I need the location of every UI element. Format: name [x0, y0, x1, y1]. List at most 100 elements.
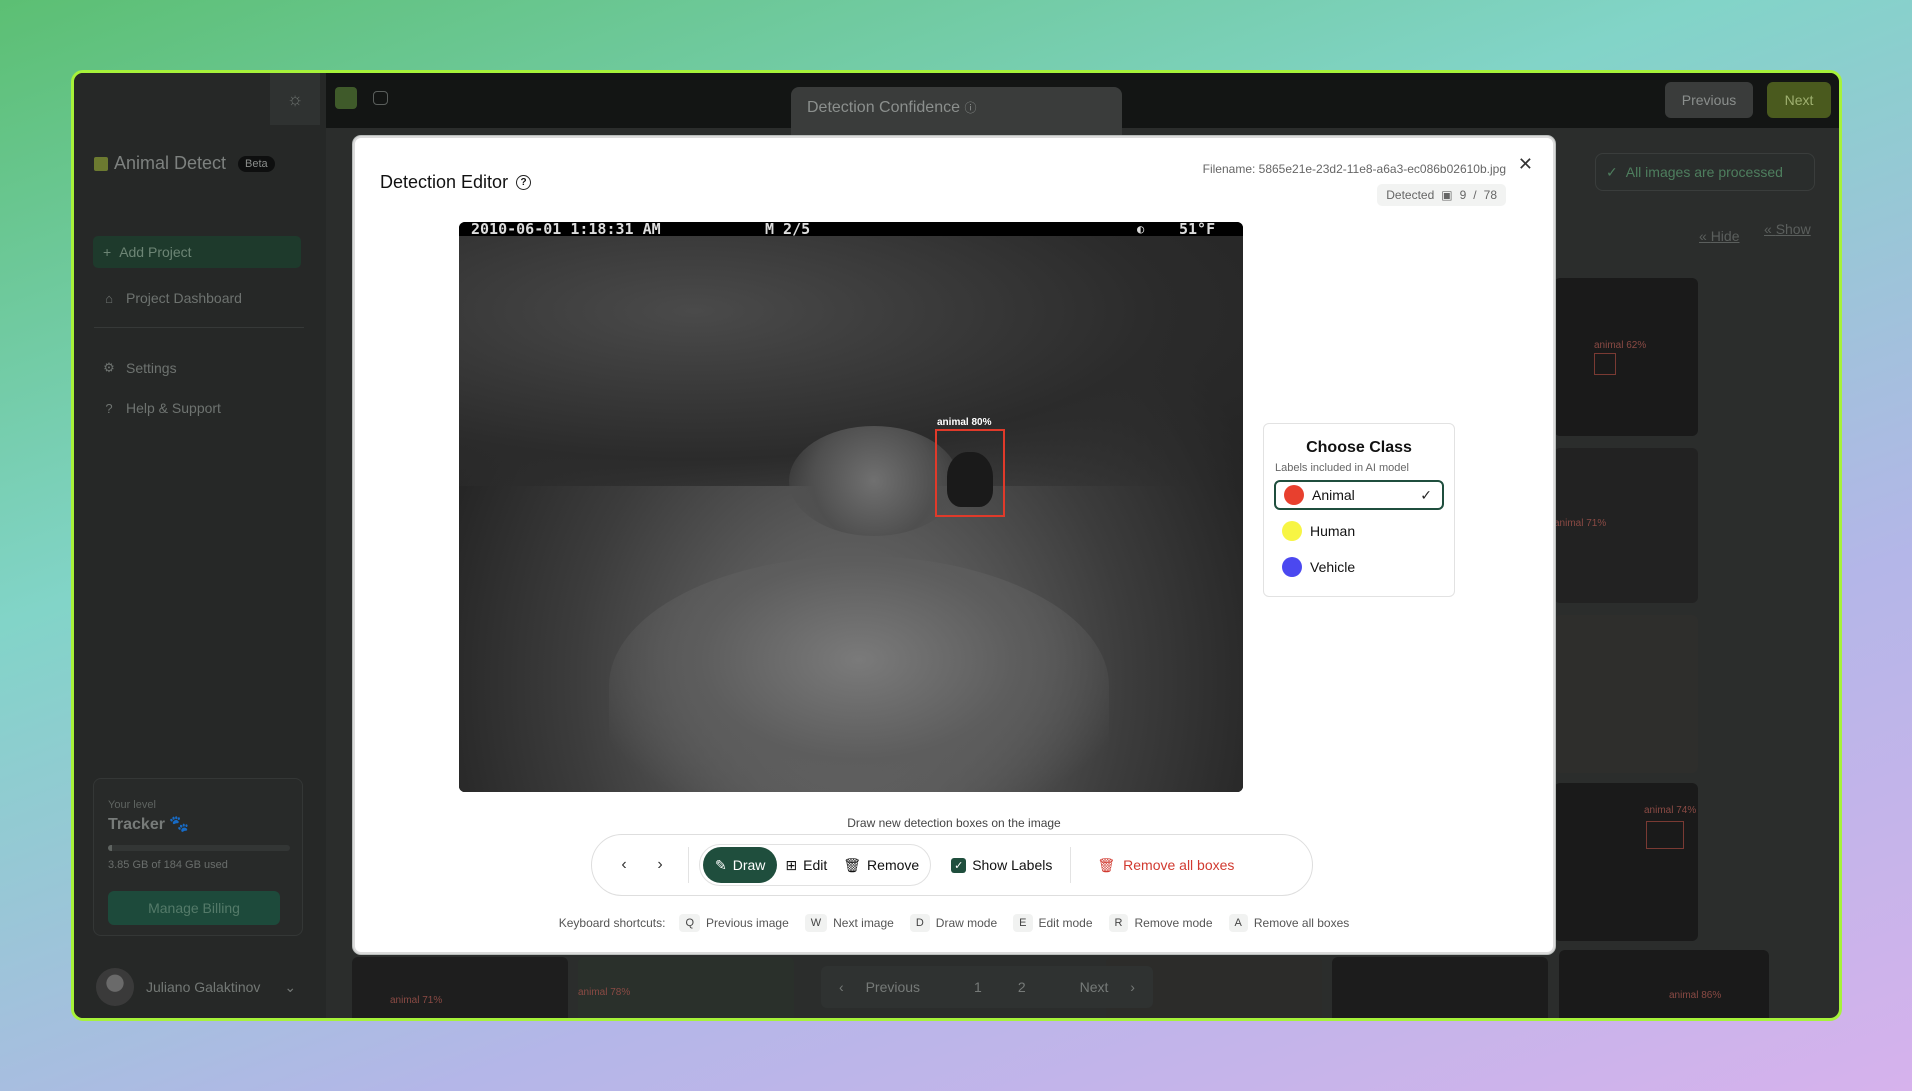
remove-all-boxes-button[interactable]: 🗑 Remove all boxes [1081, 857, 1250, 874]
app-logo-icon[interactable] [335, 87, 357, 109]
keyboard-shortcuts: Keyboard shortcuts: Q Previous image W Nex… [355, 914, 1553, 932]
draw-label: Draw [732, 857, 766, 873]
image-icon: ▣ [1441, 188, 1453, 202]
shortcuts-label: Keyboard shortcuts: [558, 916, 666, 930]
thumbnail-box [1646, 821, 1684, 849]
detection-canvas[interactable]: 2010-06-01 1:18:31 AM M 2/5 ◐ 51°F anima… [459, 222, 1243, 792]
image-thumbnail[interactable]: animal 74% [1554, 783, 1698, 941]
image-thumbnail[interactable] [1332, 957, 1548, 1018]
class-option-human[interactable]: Human [1274, 516, 1444, 546]
brand[interactable]: Animal Detect Beta [94, 153, 275, 174]
level-label: Your level [108, 799, 156, 811]
show-labels-toggle[interactable]: ✓ Show Labels [943, 847, 1060, 883]
gear-icon: ⚙ [103, 360, 115, 375]
stamp-temperature: 51°F [1179, 222, 1216, 238]
class-option-label: Animal [1312, 487, 1355, 503]
add-project-label: Add Project [119, 244, 192, 260]
class-option-label: Vehicle [1310, 559, 1356, 575]
choose-class-panel: Choose Class Labels included in AI model… [1263, 423, 1455, 597]
image-thumbnail[interactable]: animal 78% [578, 957, 794, 1018]
show-link[interactable]: « Show [1764, 221, 1811, 237]
image-thumbnail[interactable]: animal 86% [1559, 950, 1769, 1018]
shortcut-item: R Remove mode [1108, 914, 1213, 932]
shortcut-key: E [1013, 914, 1033, 932]
next-button[interactable]: Next [1767, 82, 1831, 118]
editor-toolbar: ‹ › ✎ Draw ⊞ Edit 🗑 Remove ✓ Show Labels… [591, 834, 1313, 896]
detected-current: 9 [1459, 188, 1467, 202]
theme-toggle-button[interactable]: ☼ [270, 73, 320, 125]
show-label: Show [1775, 221, 1811, 237]
thumbnail-label: animal 78% [578, 987, 631, 998]
hide-link[interactable]: « Hide [1699, 228, 1739, 244]
image-thumbnail[interactable]: animal 71% [1554, 448, 1698, 603]
shortcut-action: Previous image [706, 916, 789, 930]
shortcut-action: Remove mode [1134, 916, 1213, 930]
stamp-date: 2010-06-01 1:18:31 AM [471, 222, 661, 238]
edit-box-icon: ⊞ [785, 856, 798, 873]
storage-bar [108, 845, 290, 851]
image-thumbnail[interactable]: animal 62% [1554, 278, 1698, 436]
check-circle-icon: ✓ [1606, 163, 1618, 180]
help-icon[interactable]: ? [516, 175, 532, 190]
checkbox-checked-icon[interactable]: ✓ [951, 857, 967, 873]
shortcut-key: D [909, 914, 930, 932]
detection-label: animal 80% [937, 417, 992, 428]
remove-all-label: Remove all boxes [1123, 857, 1235, 873]
processed-text: All images are processed [1625, 164, 1783, 180]
chevron-down-icon: ⌄ [284, 978, 297, 995]
class-panel-subtitle: Labels included in AI model [1275, 462, 1409, 474]
chevron-left-icon: ‹ [621, 856, 627, 873]
info-icon: ⓘ [964, 101, 977, 115]
stamp-camera: M 2/5 [765, 222, 811, 238]
shortcut-action: Remove all boxes [1253, 916, 1350, 930]
camera-stamp: 2010-06-01 1:18:31 AM M 2/5 ◐ 51°F [459, 222, 1243, 238]
close-icon[interactable]: ✕ [1518, 154, 1533, 175]
shortcut-action: Edit mode [1038, 916, 1093, 930]
modal-title: Detection Editor ? [380, 172, 532, 193]
detected-separator: / [1473, 188, 1477, 202]
image-thumbnail[interactable]: animal 71% [352, 957, 568, 1018]
manage-billing-button[interactable]: Manage Billing [108, 891, 280, 925]
sidebar-item-dashboard[interactable]: ⌂ Project Dashboard [102, 290, 242, 306]
draw-hint: Draw new detection boxes on the image [847, 816, 1061, 830]
trail-camera-image [459, 236, 1243, 792]
detection-editor-modal: Detection Editor ? ✕ Filename: 5865e21e-… [353, 136, 1555, 954]
draw-mode-button[interactable]: ✎ Draw [703, 847, 778, 883]
class-option-animal[interactable]: Animal ✓ [1274, 480, 1444, 510]
brand-name: Animal Detect [114, 153, 227, 173]
add-project-button[interactable]: + Add Project [93, 236, 301, 268]
shortcut-key: A [1228, 914, 1248, 932]
pager-page-2[interactable]: 2 [1000, 979, 1044, 995]
edit-mode-button[interactable]: ⊞ Edit [777, 847, 835, 883]
sidebar-item-help[interactable]: ? Help & Support [102, 400, 221, 416]
shortcut-key: R [1108, 914, 1129, 932]
thumbnail-box [1594, 353, 1616, 375]
previous-button[interactable]: Previous [1665, 82, 1753, 118]
chevron-right-icon: › [657, 856, 663, 873]
user-menu[interactable]: Juliano Galaktinov ⌄ [96, 968, 296, 1006]
sidebar-item-settings[interactable]: ⚙ Settings [102, 360, 176, 376]
shortcut-item: D Draw mode [909, 914, 997, 932]
detected-total: 78 [1483, 188, 1497, 202]
processed-status: ✓ All images are processed [1595, 153, 1815, 191]
filename: Filename: 5865e21e-23d2-11e8-a6a3-ec086b… [1202, 162, 1506, 176]
detection-box[interactable] [935, 429, 1005, 517]
previous-image-button[interactable]: ‹ [606, 847, 642, 883]
image-thumbnail[interactable] [1554, 615, 1698, 773]
pager-page-1[interactable]: 1 [956, 979, 1000, 995]
sidebar-toggle-icon[interactable] [373, 91, 388, 105]
mode-group: ✎ Draw ⊞ Edit 🗑 Remove [699, 844, 932, 886]
home-icon: ⌂ [105, 290, 113, 306]
detected-counter: Detected ▣ 9 / 78 [1377, 184, 1506, 206]
thumbnail-label: animal 62% [1594, 340, 1647, 351]
remove-mode-button[interactable]: 🗑 Remove [835, 847, 927, 883]
brand-logo-icon [94, 156, 108, 171]
class-option-vehicle[interactable]: Vehicle [1274, 552, 1444, 582]
color-dot [1284, 485, 1304, 505]
pager-next[interactable]: Next › [1044, 979, 1153, 995]
sun-icon: ☼ [286, 88, 304, 109]
shortcut-item: Q Previous image [679, 914, 789, 932]
pager-previous[interactable]: ‹ Previous [821, 979, 956, 995]
next-image-button[interactable]: › [642, 847, 678, 883]
confidence-title: Detection Confidence [807, 99, 960, 116]
